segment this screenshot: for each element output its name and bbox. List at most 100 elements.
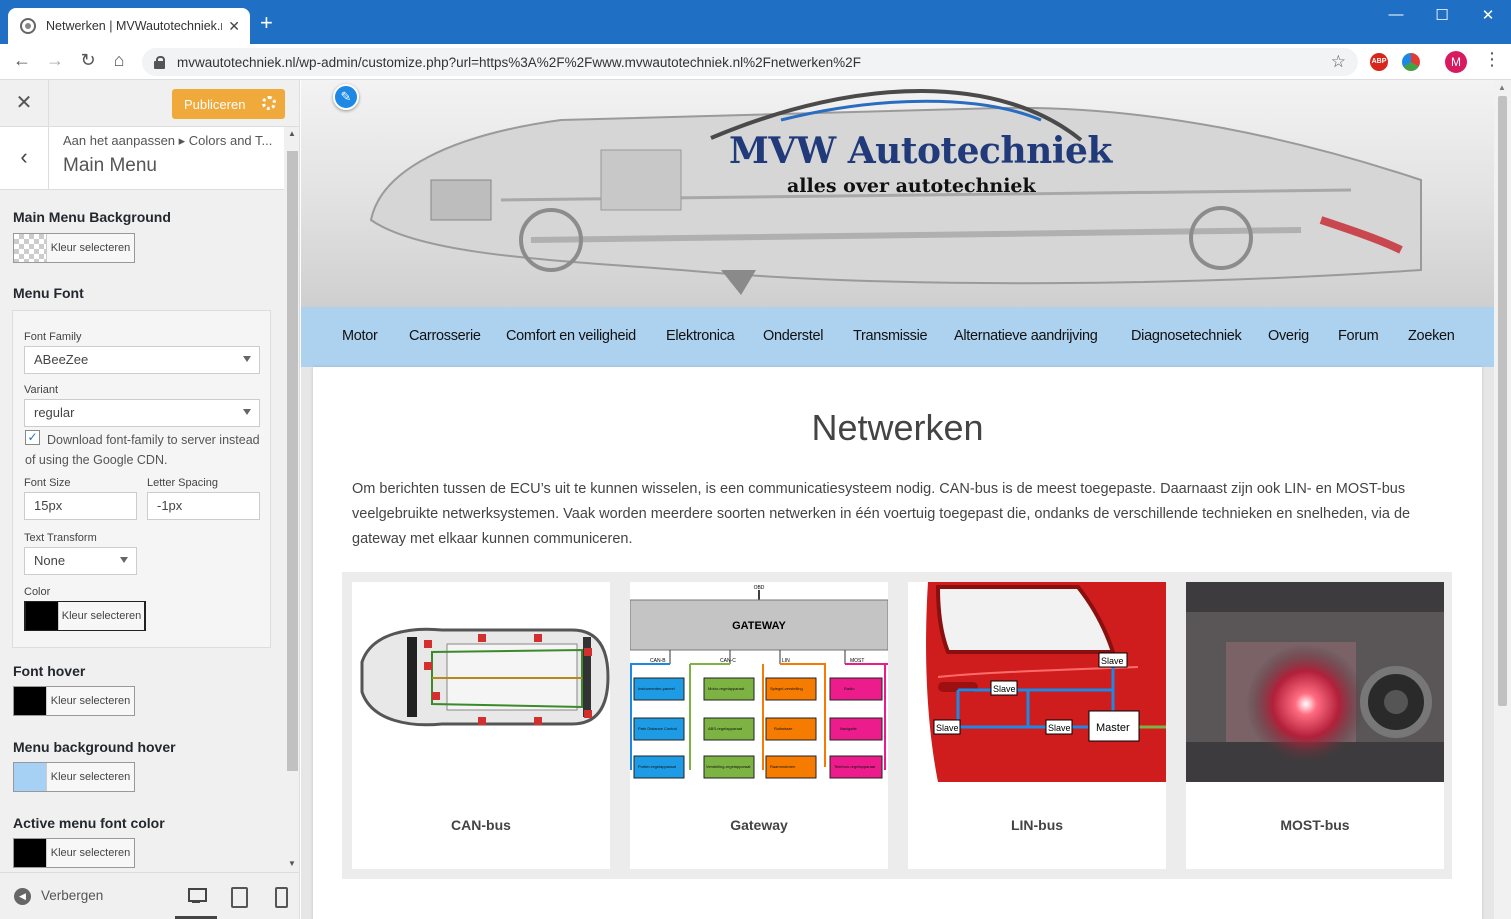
color-swatch <box>14 839 46 867</box>
publish-button[interactable]: Publiceren <box>172 89 285 119</box>
card-caption[interactable]: MOST-bus <box>1186 817 1444 833</box>
nav-item-overig[interactable]: Overig <box>1268 328 1309 344</box>
nav-item-alternatieve-aandrijving[interactable]: Alternatieve aandrijving <box>954 328 1098 344</box>
sidebar-scroll-thumb[interactable] <box>287 151 298 771</box>
scroll-down-icon[interactable]: ▼ <box>288 859 296 868</box>
card-caption[interactable]: LIN-bus <box>908 817 1166 833</box>
gallery-card-most-bus[interactable]: MOST-bus <box>1186 582 1444 869</box>
lin-slave-label: Slave <box>936 723 959 733</box>
scroll-up-icon[interactable]: ▲ <box>288 129 296 138</box>
color-swatch <box>14 234 46 262</box>
new-tab-button[interactable]: + <box>260 12 273 34</box>
bus-label-lin: LIN <box>782 658 790 664</box>
collapse-icon[interactable]: ◀ <box>14 888 31 905</box>
download-font-checkbox[interactable]: ✓ <box>25 430 40 445</box>
lin-bus-image[interactable]: Slave Slave Slave Slave Master <box>908 582 1166 782</box>
color-extension-icon[interactable] <box>1402 53 1420 71</box>
font-family-select[interactable]: ABeeZee <box>24 346 260 374</box>
scroll-up-icon[interactable]: ▲ <box>1498 83 1506 92</box>
module-label: Spiegel-verstelling <box>770 686 803 691</box>
browser-tab[interactable]: Netwerken | MVWautotechniek.nl ✕ <box>8 8 250 44</box>
section-title: Main Menu <box>63 155 157 176</box>
profile-avatar[interactable]: M <box>1445 51 1467 73</box>
menu-background-hover-color-picker[interactable]: Kleur selecteren <box>13 762 135 792</box>
chevron-down-icon <box>120 557 128 563</box>
window-close-icon[interactable]: ✕ <box>1465 6 1511 24</box>
text-transform-value: None <box>34 553 66 568</box>
choose-color-label: Kleur selecteren <box>46 687 134 715</box>
nav-item-zoeken[interactable]: Zoeken <box>1408 328 1455 344</box>
choose-color-label: Kleur selecteren <box>46 763 134 791</box>
section-back-icon[interactable]: ‹ <box>0 127 49 190</box>
menu-font-label: Menu Font <box>13 285 84 301</box>
choose-color-label: Kleur selecteren <box>58 602 144 630</box>
site-preview: ✎ MVW Autotechniek alles over autotechni… <box>301 80 1494 919</box>
variant-select[interactable]: regular <box>24 399 260 427</box>
most-bus-fiber-illustration <box>1186 582 1444 782</box>
browser-menu-icon[interactable]: ⋮ <box>1483 49 1501 70</box>
module-label: Verstelling-regelapparaat <box>706 764 751 769</box>
nav-item-diagnosetechniek[interactable]: Diagnosetechniek <box>1131 328 1242 344</box>
nav-item-elektronica[interactable]: Elektronica <box>666 328 735 344</box>
nav-item-forum[interactable]: Forum <box>1338 328 1379 344</box>
gallery-card-lin-bus[interactable]: Slave Slave Slave Slave Master LIN-bus <box>908 582 1166 869</box>
gallery-card-can-bus[interactable]: CAN-bus <box>352 582 610 869</box>
address-bar[interactable]: mvwautotechniek.nl/wp-admin/customize.ph… <box>142 48 1358 76</box>
chevron-down-icon <box>243 356 251 362</box>
can-bus-image[interactable] <box>352 582 610 782</box>
lock-icon <box>154 55 165 69</box>
home-icon[interactable]: ⌂ <box>107 50 131 71</box>
sidebar-scrollbar[interactable]: ▲ ▼ <box>285 127 299 872</box>
module-label: Portier-regelapparaat <box>638 764 677 769</box>
address-url[interactable]: mvwautotechniek.nl/wp-admin/customize.ph… <box>177 55 861 70</box>
maximize-icon[interactable]: ☐ <box>1419 6 1465 24</box>
tab-close-icon[interactable]: ✕ <box>228 18 240 35</box>
mobile-preview-icon[interactable] <box>272 887 290 908</box>
nav-item-motor[interactable]: Motor <box>342 328 378 344</box>
minimize-icon[interactable]: — <box>1373 6 1419 23</box>
nav-item-transmissie[interactable]: Transmissie <box>853 328 928 344</box>
tablet-preview-icon[interactable] <box>230 887 248 908</box>
nav-item-carrosserie[interactable]: Carrosserie <box>409 328 481 344</box>
gear-icon[interactable] <box>262 96 276 110</box>
nav-item-onderstel[interactable]: Onderstel <box>763 328 823 344</box>
site-logo-subtitle: alles over autotechniek <box>787 175 1036 197</box>
main-menu-background-color-picker[interactable]: Kleur selecteren <box>13 233 135 263</box>
font-hover-color-picker[interactable]: Kleur selecteren <box>13 686 135 716</box>
desktop-preview-icon[interactable] <box>187 887 207 905</box>
hide-controls-button[interactable]: Verbergen <box>41 888 103 903</box>
back-arrow-icon[interactable]: ← <box>10 50 34 71</box>
gateway-image[interactable]: OBD GATEWAY CAN-B CAN-C LIN MOST Instrum… <box>630 582 888 782</box>
browser-titlebar: Netwerken | MVWautotechniek.nl ✕ + — ☐ ✕ <box>0 0 1511 44</box>
page-content: Netwerken Om berichten tussen de ECU’s u… <box>313 367 1482 919</box>
forward-arrow-icon[interactable]: → <box>43 50 67 71</box>
intro-paragraph: Om berichten tussen de ECU’s uit te kunn… <box>352 481 1411 547</box>
card-caption[interactable]: CAN-bus <box>352 817 610 833</box>
reload-icon[interactable]: ↻ <box>76 50 100 71</box>
bookmark-star-icon[interactable]: ☆ <box>1331 52 1346 72</box>
gallery-card-gateway[interactable]: OBD GATEWAY CAN-B CAN-C LIN MOST Instrum… <box>630 582 888 869</box>
customizer-close-icon[interactable]: ✕ <box>0 80 49 127</box>
most-bus-image[interactable] <box>1186 582 1444 782</box>
active-menu-font-color-picker[interactable]: Kleur selecteren <box>13 838 135 868</box>
bus-label-can-c: CAN-C <box>720 658 736 664</box>
breadcrumb: Aan het aanpassen ▸ Colors and T... <box>63 133 273 148</box>
preview-scrollbar[interactable]: ▲ <box>1494 80 1511 919</box>
letter-spacing-input[interactable]: -1px <box>147 492 260 520</box>
menu-font-color-picker[interactable]: Kleur selecteren <box>24 601 146 631</box>
gateway-diagram: OBD GATEWAY CAN-B CAN-C LIN MOST Instrum… <box>630 585 888 779</box>
font-size-input[interactable]: 15px <box>24 492 137 520</box>
lin-master-label: Master <box>1096 722 1130 734</box>
variant-value: regular <box>34 405 75 420</box>
gateway-label: GATEWAY <box>732 620 786 632</box>
font-family-value: ABeeZee <box>34 352 89 367</box>
text-transform-select[interactable]: None <box>24 547 137 575</box>
color-swatch <box>14 687 46 715</box>
card-caption[interactable]: Gateway <box>630 817 888 833</box>
nav-item-comfort[interactable]: Comfort en veiligheid <box>506 328 636 344</box>
page-title: Netwerken <box>811 407 984 448</box>
adblock-extension-icon[interactable]: ABP <box>1370 53 1388 71</box>
module-label: Ruitwisser <box>774 726 793 731</box>
preview-scroll-thumb[interactable] <box>1498 96 1507 706</box>
edit-pencil-icon[interactable]: ✎ <box>333 84 359 110</box>
